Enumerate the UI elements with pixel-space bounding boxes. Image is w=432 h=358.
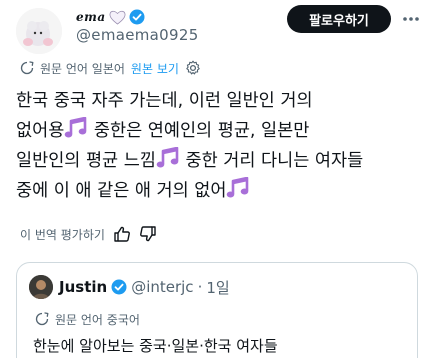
avatar[interactable] <box>16 8 62 54</box>
quoted-timestamp[interactable]: 1일 <box>206 277 229 298</box>
tweet-text-5: 중한 거리 다니는 여자들 <box>185 151 364 171</box>
rate-translation-label: 이 번역 평가하기 <box>20 227 105 242</box>
quoted-tweet[interactable]: Justin @interjc · 1일 원문 언어 중국어 한눈에 알아보는 … <box>16 262 418 358</box>
gear-icon[interactable] <box>185 60 201 76</box>
tweet-text-2: 없어용 <box>16 121 65 141</box>
tweet-line-3: 일반인의 평균 느낌 중한 거리 다니는 여자들 <box>16 146 420 176</box>
tweet-text-3: 중한은 연예인의 평균, 일본만 <box>93 121 310 141</box>
follow-button[interactable]: 팔로우하기 <box>287 5 391 33</box>
translation-info: 원문 언어 일본어 원본 보기 <box>20 58 201 78</box>
author-name-row: ema <box>76 6 145 28</box>
music-note-icon <box>156 147 179 168</box>
quoted-translation-info: 원문 언어 중국어 <box>35 309 140 329</box>
tweet-text-1: 한국 중국 자주 가는데, 이런 일반인 거의 <box>16 91 313 111</box>
verified-badge-icon <box>129 9 145 25</box>
more-options-button[interactable] <box>400 8 422 30</box>
tweet-line-2: 없어용 중한은 연예인의 평균, 일본만 <box>16 116 420 146</box>
quoted-handle[interactable]: @interjc <box>131 278 193 296</box>
tweet-line-4: 중에 이 애 같은 애 거의 없어 <box>16 176 420 206</box>
thumbs-up-icon[interactable] <box>113 225 131 243</box>
tweet-text: 한국 중국 자주 가는데, 이런 일반인 거의 없어용 중한은 연예인의 평균,… <box>16 86 420 206</box>
avatar-image <box>16 8 62 54</box>
tweet-header: ema @emaema0925 팔로우하기 <box>0 0 432 56</box>
translate-icon <box>20 61 34 75</box>
author-handle[interactable]: @emaema0925 <box>76 26 199 44</box>
music-note-icon <box>65 117 87 138</box>
tweet-text-6: 중에 이 애 같은 애 거의 없어 <box>16 181 227 201</box>
verified-badge-icon <box>111 279 127 295</box>
quoted-translation-label: 원문 언어 중국어 <box>55 312 140 327</box>
quoted-avatar[interactable] <box>29 275 53 299</box>
thumbs-down-icon[interactable] <box>139 225 157 243</box>
translate-icon <box>35 312 49 326</box>
quoted-display-name[interactable]: Justin <box>59 278 107 296</box>
show-original-link[interactable]: 원본 보기 <box>131 60 179 77</box>
more-dots-icon <box>403 17 419 21</box>
tweet-line-1: 한국 중국 자주 가는데, 이런 일반인 거의 <box>16 86 420 116</box>
rate-translation-row: 이 번역 평가하기 <box>20 222 157 246</box>
quoted-author-row: Justin @interjc · 1일 <box>59 276 230 298</box>
music-note-icon <box>227 177 249 198</box>
author-display-name[interactable]: ema <box>76 10 106 24</box>
tweet-text-4: 일반인의 평균 느낌 <box>16 151 156 171</box>
translation-source-label: 원문 언어 일본어 <box>40 61 125 76</box>
dot-separator: · <box>197 278 203 296</box>
quoted-text: 한눈에 알아보는 중국·일본·한국 여자들 <box>33 337 278 355</box>
quoted-avatar-image <box>29 275 53 299</box>
white-heart-icon <box>109 10 126 24</box>
